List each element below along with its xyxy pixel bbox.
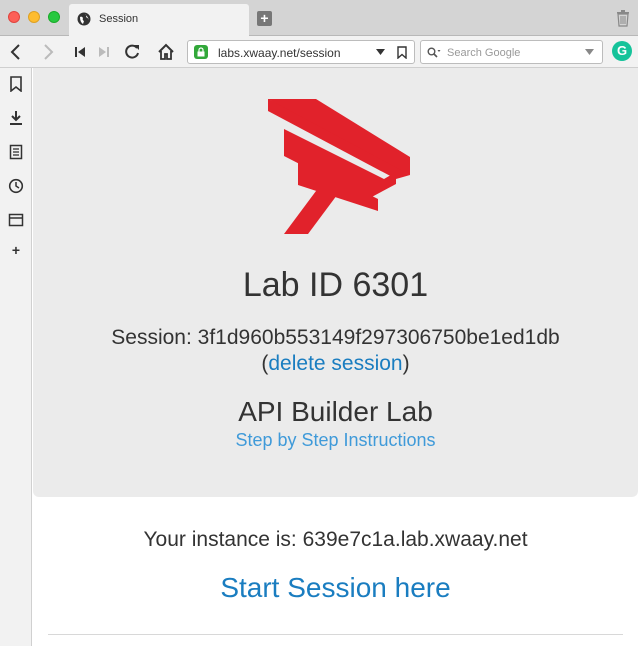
home-icon[interactable]	[156, 42, 176, 62]
search-icon	[427, 47, 441, 58]
delete-close-paren: )	[402, 352, 410, 375]
add-panel-icon[interactable]: +	[8, 242, 24, 258]
tab-session[interactable]: Session	[69, 4, 249, 36]
divider	[48, 634, 623, 635]
instructions-link[interactable]: Step by Step Instructions	[33, 430, 638, 451]
forward-icon[interactable]	[38, 42, 58, 62]
fast-forward-icon[interactable]	[94, 42, 114, 62]
minimize-window-button[interactable]	[28, 11, 40, 23]
delete-session-link[interactable]: delete session	[268, 352, 402, 375]
lock-icon	[194, 45, 208, 59]
bookmark-icon[interactable]	[8, 76, 24, 92]
browser-toolbar: labs.xwaay.net/session Search Google G	[0, 36, 638, 68]
window-icon[interactable]	[8, 212, 24, 228]
download-icon[interactable]	[8, 110, 24, 126]
search-placeholder: Search Google	[447, 47, 521, 59]
session-id: Session: 3f1d960b553149f297306750be1ed1d…	[111, 326, 560, 349]
address-bar[interactable]: labs.xwaay.net/session	[187, 40, 415, 64]
start-session-link[interactable]: Start Session here	[33, 572, 638, 604]
history-icon[interactable]	[8, 178, 24, 194]
globe-icon	[77, 12, 91, 26]
back-icon[interactable]	[6, 42, 26, 62]
xwaay-logo	[268, 99, 410, 234]
bookmark-page-icon[interactable]	[397, 46, 407, 59]
lab-name-heading: API Builder Lab	[238, 396, 433, 427]
trash-icon[interactable]	[616, 10, 630, 27]
rewind-icon[interactable]	[70, 42, 90, 62]
new-tab-button[interactable]: +	[257, 11, 272, 26]
tab-title: Session	[99, 13, 139, 25]
chevron-down-icon[interactable]	[376, 49, 385, 56]
url-text[interactable]: labs.xwaay.net/session	[218, 46, 341, 60]
notes-icon[interactable]	[8, 144, 24, 160]
instance-text: Your instance is: 639e7c1a.lab.xwaay.net	[143, 528, 528, 551]
lab-id-heading: Lab ID 6301	[242, 266, 429, 304]
tab-bar: Session +	[0, 0, 638, 36]
grammarly-icon[interactable]: G	[612, 41, 632, 61]
search-bar[interactable]: Search Google	[420, 40, 603, 64]
sidebar: +	[0, 68, 32, 646]
maximize-window-button[interactable]	[48, 11, 60, 23]
chevron-down-icon[interactable]	[585, 49, 594, 56]
reload-icon[interactable]	[122, 42, 142, 62]
session-info: Session: 3f1d960b553149f297306750be1ed1d…	[33, 325, 638, 377]
close-window-button[interactable]	[8, 11, 20, 23]
